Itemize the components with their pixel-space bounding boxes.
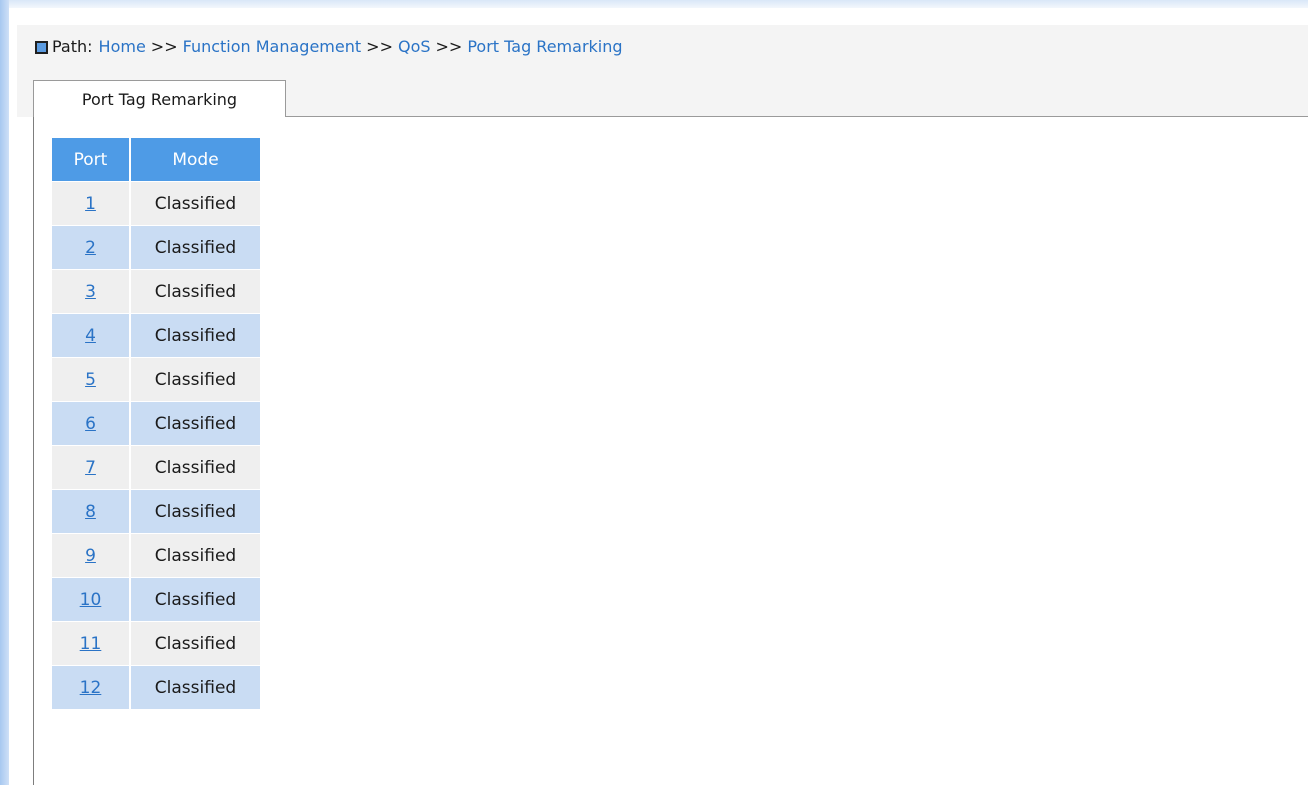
port-link[interactable]: 3 xyxy=(85,282,96,302)
mode-cell: Classified xyxy=(130,313,260,358)
mode-cell: Classified xyxy=(130,357,260,402)
tab-port-tag-remarking[interactable]: Port Tag Remarking xyxy=(33,80,286,117)
port-cell: 5 xyxy=(52,357,131,402)
port-cell: 8 xyxy=(52,489,131,534)
port-link[interactable]: 10 xyxy=(80,590,102,610)
table-row: 4 Classified xyxy=(52,313,260,358)
breadcrumb-separator: >> xyxy=(150,37,178,56)
port-cell: 12 xyxy=(52,665,131,709)
breadcrumb: Path: Home >> Function Management >> QoS… xyxy=(35,36,623,58)
port-link[interactable]: 11 xyxy=(80,634,102,654)
top-edge xyxy=(0,0,1308,8)
breadcrumb-function-management-link[interactable]: Function Management xyxy=(183,36,362,58)
port-link[interactable]: 6 xyxy=(85,414,96,434)
port-cell: 4 xyxy=(52,313,131,358)
table-row: 3 Classified xyxy=(52,269,260,314)
mode-cell: Classified xyxy=(130,533,260,578)
table-row: 2 Classified xyxy=(52,225,260,270)
mode-cell: Classified xyxy=(130,489,260,534)
port-cell: 10 xyxy=(52,577,131,622)
table-header-row: Port Mode xyxy=(52,138,260,182)
port-link[interactable]: 4 xyxy=(85,326,96,346)
mode-column-header: Mode xyxy=(130,138,260,182)
port-tag-remarking-table: Port Mode 1 Classified 2 Classified 3 Cl… xyxy=(52,138,260,709)
breadcrumb-separator: >> xyxy=(435,37,463,56)
port-link[interactable]: 12 xyxy=(80,678,102,698)
port-cell: 2 xyxy=(52,225,131,270)
mode-cell: Classified xyxy=(130,269,260,314)
mode-cell: Classified xyxy=(130,621,260,666)
port-cell: 3 xyxy=(52,269,131,314)
table-row: 11 Classified xyxy=(52,621,260,666)
table-row: 1 Classified xyxy=(52,181,260,226)
port-link[interactable]: 8 xyxy=(85,502,96,522)
port-link[interactable]: 7 xyxy=(85,458,96,478)
table-row: 9 Classified xyxy=(52,533,260,578)
table-row: 6 Classified xyxy=(52,401,260,446)
mode-cell: Classified xyxy=(130,665,260,709)
port-link[interactable]: 2 xyxy=(85,238,96,258)
port-cell: 1 xyxy=(52,181,131,226)
breadcrumb-separator: >> xyxy=(366,37,393,56)
port-link[interactable]: 1 xyxy=(85,194,96,214)
breadcrumb-label: Path: xyxy=(52,37,93,56)
port-cell: 7 xyxy=(52,445,131,490)
breadcrumb-port-tag-remarking-link[interactable]: Port Tag Remarking xyxy=(467,36,622,58)
port-column-header: Port xyxy=(52,138,131,182)
breadcrumb-home-link[interactable]: Home xyxy=(99,36,146,58)
port-cell: 9 xyxy=(52,533,131,578)
mode-cell: Classified xyxy=(130,577,260,622)
left-frame-strip xyxy=(0,0,9,785)
port-link[interactable]: 5 xyxy=(85,370,96,390)
panel-left-border xyxy=(33,117,34,785)
table-row: 12 Classified xyxy=(52,665,260,709)
mode-cell: Classified xyxy=(130,445,260,490)
mode-cell: Classified xyxy=(130,225,260,270)
mode-cell: Classified xyxy=(130,181,260,226)
port-cell: 6 xyxy=(52,401,131,446)
table-row: 7 Classified xyxy=(52,445,260,490)
table-row: 8 Classified xyxy=(52,489,260,534)
breadcrumb-qos-link[interactable]: QoS xyxy=(398,36,431,58)
port-link[interactable]: 9 xyxy=(85,546,96,566)
path-square-icon xyxy=(35,40,48,54)
table-row: 10 Classified xyxy=(52,577,260,622)
mode-cell: Classified xyxy=(130,401,260,446)
port-cell: 11 xyxy=(52,621,131,666)
table-row: 5 Classified xyxy=(52,357,260,402)
